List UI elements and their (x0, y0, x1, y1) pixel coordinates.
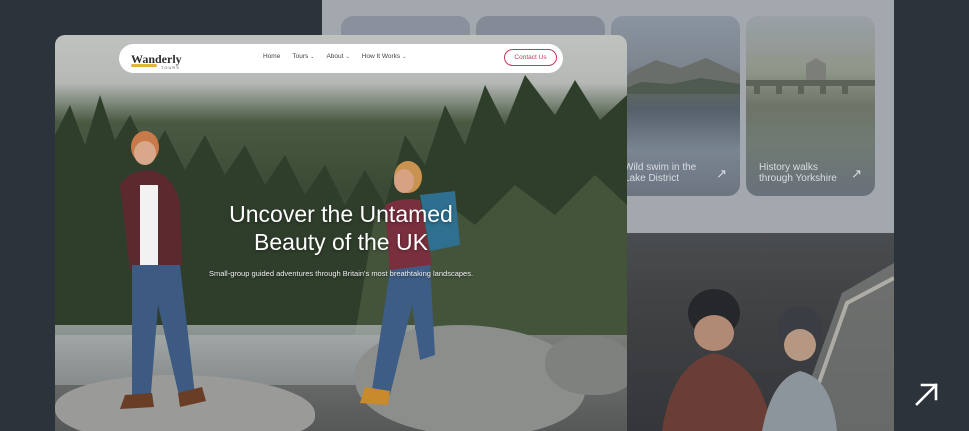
contact-us-button[interactable]: Contact Us (504, 49, 557, 66)
boulder (545, 335, 627, 395)
nav-tours-label: Tours (292, 53, 309, 60)
arrow-up-right-icon: ↗ (716, 166, 727, 181)
tour-card-lake-district[interactable]: Wild swim in the Lake District ↗ (611, 16, 740, 196)
hiker-woman (360, 161, 460, 405)
tour-card-caption: Wild swim in the Lake District (624, 162, 697, 184)
hero-title: Uncover the Untamed Beauty of the UK (55, 200, 627, 256)
tour-card-caption: History walks through Yorkshire (759, 162, 837, 184)
nav-links: Home Tours ⌄ About ⌄ How It Works ⌄ (263, 53, 406, 60)
arrow-up-right-icon: ↗ (851, 166, 862, 181)
site-navbar: Wanderly TOURS Home Tours ⌄ About ⌄ How It… (119, 44, 563, 73)
chevron-down-icon: ⌄ (310, 54, 315, 60)
nav-about[interactable]: About ⌄ (326, 53, 349, 60)
nav-how-it-works-label: How It Works (361, 53, 401, 60)
mountain-image (611, 58, 740, 94)
arrow-up-right-icon[interactable] (913, 380, 941, 408)
hero-title-line-1: Uncover the Untamed (229, 201, 453, 227)
tour-card-yorkshire[interactable]: History walks through Yorkshire ↗ (746, 16, 875, 196)
chevron-down-icon: ⌄ (402, 54, 407, 60)
nav-about-label: About (326, 53, 344, 60)
viaduct-image (746, 58, 875, 94)
site-logo[interactable]: Wanderly TOURS (131, 50, 182, 70)
nav-home-label: Home (263, 53, 281, 60)
nav-home[interactable]: Home (263, 53, 280, 60)
hero-title-line-2: Beauty of the UK (254, 229, 428, 255)
logo-subtitle: TOURS (161, 65, 180, 70)
website-hero-page: Wanderly TOURS Home Tours ⌄ About ⌄ How It… (55, 35, 627, 431)
logo-swoosh (131, 64, 157, 67)
hero-subtitle: Small-group guided adventures through Br… (208, 269, 474, 278)
nav-how-it-works[interactable]: How It Works ⌄ (362, 53, 407, 60)
nav-tours[interactable]: Tours ⌄ (292, 53, 314, 60)
chevron-down-icon: ⌄ (345, 54, 350, 60)
